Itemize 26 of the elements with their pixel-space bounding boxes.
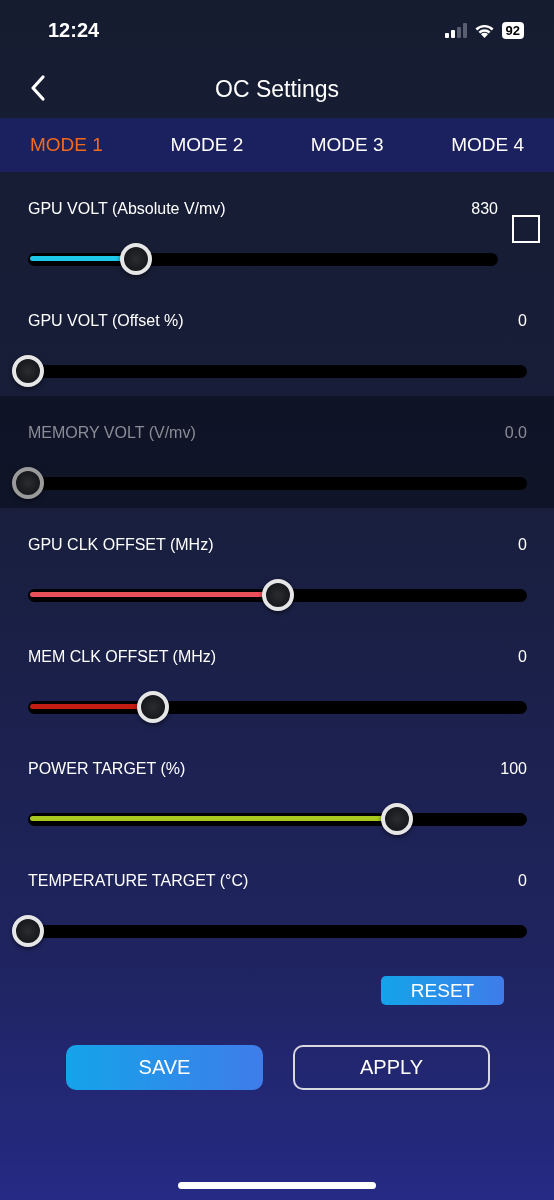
slider-label: GPU CLK OFFSET (MHz)	[28, 536, 214, 554]
slider-value: 0	[518, 312, 527, 330]
slider-value: 0	[518, 872, 527, 890]
apply-button[interactable]: APPLY	[293, 1045, 490, 1090]
slider-value: 100	[500, 760, 527, 778]
signal-icon	[444, 22, 467, 38]
checkbox[interactable]	[512, 215, 540, 243]
status-time: 12:24	[48, 18, 100, 42]
slider-value: 0.0	[504, 424, 527, 442]
mode-tab[interactable]: MODE 2	[170, 134, 244, 156]
wifi-icon	[473, 22, 495, 38]
slider-value: 0	[518, 648, 527, 666]
slider-value: 0	[518, 536, 527, 554]
slider-label: TEMPERATURE TARGET (°C)	[28, 872, 249, 890]
mode-tab[interactable]: MODE 3	[310, 134, 384, 156]
slider-label: POWER TARGET (%)	[28, 760, 186, 778]
mode-tab[interactable]: MODE 4	[451, 134, 524, 156]
battery-indicator: 92	[501, 21, 524, 39]
slider-label: MEM CLK OFFSET (MHz)	[28, 648, 217, 666]
mode-tab[interactable]: MODE 1	[30, 134, 103, 156]
slider-label: GPU VOLT (Absolute V/mv)	[28, 200, 226, 218]
slider-label: MEMORY VOLT (V/mv)	[28, 424, 196, 442]
back-button[interactable]	[30, 74, 46, 102]
slider-value: 830	[471, 200, 498, 218]
screen-title: OC Settings	[215, 75, 339, 103]
slider-label: GPU VOLT (Offset %)	[28, 312, 184, 330]
